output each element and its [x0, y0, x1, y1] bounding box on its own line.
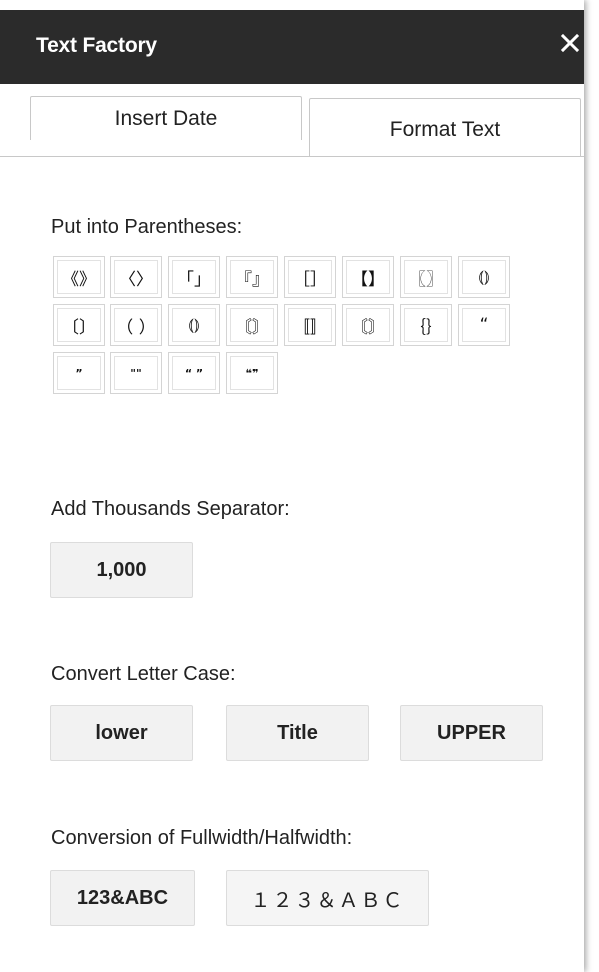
paren-button[interactable]: 「」	[168, 256, 220, 298]
paren-button[interactable]: 〚〛	[284, 304, 336, 346]
parentheses-label: Put into Parentheses:	[51, 216, 243, 238]
paren-button[interactable]: ❝❞	[226, 352, 278, 394]
panel-title: Text Factory	[36, 34, 157, 57]
sidebar-panel: Text Factory Insert Date Format Text Put…	[0, 0, 584, 972]
paren-button[interactable]: ｛｝	[400, 304, 452, 346]
paren-button[interactable]: 『』	[226, 256, 278, 298]
paren-button[interactable]: ”	[53, 352, 105, 394]
paren-button[interactable]: （ ）	[110, 304, 162, 346]
fullwidth-button[interactable]: １２３＆ＡＢＣ	[226, 870, 429, 926]
paren-button[interactable]: ［］	[284, 256, 336, 298]
lettercase-label: Convert Letter Case:	[51, 663, 236, 685]
tab-insert-date[interactable]: Insert Date	[30, 96, 302, 140]
paren-button[interactable]: 〘〙	[226, 304, 278, 346]
close-icon[interactable]	[557, 30, 583, 56]
tab-bar: Insert Date Format Text	[0, 84, 584, 157]
thousands-label: Add Thousands Separator:	[51, 498, 290, 520]
title-bar: Text Factory	[0, 10, 584, 84]
paren-button[interactable]: “ ”	[168, 352, 220, 394]
paren-button[interactable]: ⦅⦆	[458, 256, 510, 298]
paren-button[interactable]: 〔〕	[53, 304, 105, 346]
paren-button[interactable]: 【】	[342, 256, 394, 298]
titlecase-button[interactable]: Title	[226, 705, 369, 761]
paren-button[interactable]: 《》	[53, 256, 105, 298]
paren-button[interactable]: 〖〗	[400, 256, 452, 298]
width-conversion-label: Conversion of Fullwidth/Halfwidth:	[51, 827, 353, 849]
paren-button[interactable]: ""	[110, 352, 162, 394]
tab-format-text[interactable]: Format Text	[309, 98, 581, 156]
paren-button[interactable]: “	[458, 304, 510, 346]
paren-button[interactable]: 〈〉	[110, 256, 162, 298]
paren-button[interactable]: ⦅⦆	[168, 304, 220, 346]
paren-button[interactable]: 〘〙	[342, 304, 394, 346]
uppercase-button[interactable]: UPPER	[400, 705, 543, 761]
thousands-separator-button[interactable]: 1,000	[50, 542, 193, 598]
halfwidth-button[interactable]: 123&ABC	[50, 870, 195, 926]
lowercase-button[interactable]: lower	[50, 705, 193, 761]
